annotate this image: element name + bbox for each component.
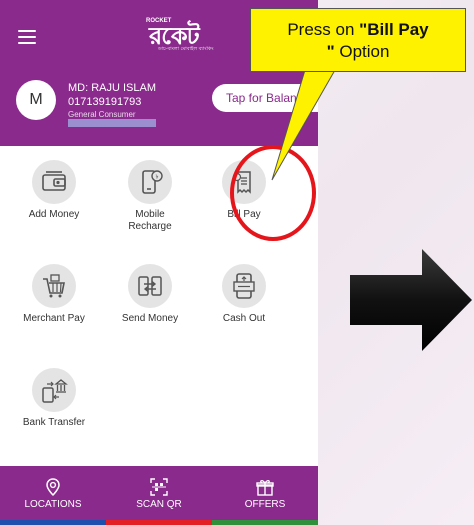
shopping-cart-icon	[32, 264, 76, 308]
send-money-icon	[128, 264, 172, 308]
service-label: Add Money	[28, 209, 80, 220]
cash-out-icon	[222, 264, 266, 308]
service-label-line1: Mobile	[135, 209, 165, 220]
user-name: MD: RAJU ISLAM	[68, 82, 157, 94]
mobile-recharge-icon: ৳	[128, 160, 172, 204]
phone-screen: ROCKET রকেট ডাচ-বাংলা মোবাইল ব্যাংকিং M …	[0, 0, 318, 525]
avatar[interactable]: M	[16, 80, 56, 120]
service-label: Send Money	[121, 313, 179, 324]
nav-color-bar	[106, 520, 212, 525]
rocket-logo: ROCKET রকেট ডাচ-বাংলা মোবাইল ব্যাংকিং	[146, 18, 214, 52]
callout-prefix: Press on	[287, 20, 360, 39]
service-label: Bank Transfer	[22, 417, 86, 428]
instruction-callout: Press on "Bill Pay " Option	[250, 8, 466, 72]
service-label: Merchant Pay	[23, 313, 85, 324]
location-pin-icon	[46, 478, 60, 497]
svg-text:৳: ৳	[156, 174, 159, 181]
service-mobile-recharge[interactable]: ৳ Mobile Recharge	[108, 160, 192, 233]
service-label: Cash Out	[222, 313, 266, 324]
nav-color-bar	[0, 520, 106, 525]
callout-emphasis: "Bill Pay	[359, 20, 429, 39]
callout-quote: "	[326, 42, 335, 61]
wallet-icon	[32, 160, 76, 204]
right-arrow-icon	[350, 249, 472, 351]
service-label: Mobile Recharge	[108, 209, 192, 233]
service-add-money[interactable]: Add Money	[12, 160, 96, 221]
user-phone: 017139191793	[68, 96, 142, 108]
hamburger-menu-icon[interactable]	[18, 30, 36, 44]
logo-tagline: ডাচ-বাংলা মোবাইল ব্যাংকিং	[158, 46, 214, 52]
service-merchant-pay[interactable]: Merchant Pay	[12, 264, 96, 325]
service-label-line2: Recharge	[128, 221, 172, 232]
gift-icon	[256, 480, 274, 496]
user-type: General Consumer	[68, 110, 136, 119]
service-send-money[interactable]: Send Money	[108, 264, 192, 325]
service-bank-transfer[interactable]: Bank Transfer	[12, 368, 96, 429]
service-cash-out[interactable]: Cash Out	[202, 264, 286, 325]
nav-scan-qr[interactable]: SCAN QR	[106, 466, 212, 525]
bottom-nav: LOCATIONS SCAN QR OFFERS	[0, 466, 318, 525]
nav-label: OFFERS	[244, 499, 286, 510]
bank-transfer-icon	[32, 368, 76, 412]
tap-for-balance-button[interactable]: Tap for Balance	[212, 84, 318, 112]
logo-main-text: রকেট	[149, 22, 200, 50]
redaction-bar	[68, 119, 156, 127]
nav-offers[interactable]: OFFERS	[212, 466, 318, 525]
bill-pay-highlight-circle	[230, 145, 316, 241]
scan-qr-icon	[150, 478, 168, 496]
nav-label: SCAN QR	[136, 499, 182, 510]
nav-locations[interactable]: LOCATIONS	[0, 466, 106, 525]
callout-rest: Option	[334, 42, 390, 61]
nav-label: LOCATIONS	[24, 499, 82, 510]
nav-color-bar	[212, 520, 318, 525]
